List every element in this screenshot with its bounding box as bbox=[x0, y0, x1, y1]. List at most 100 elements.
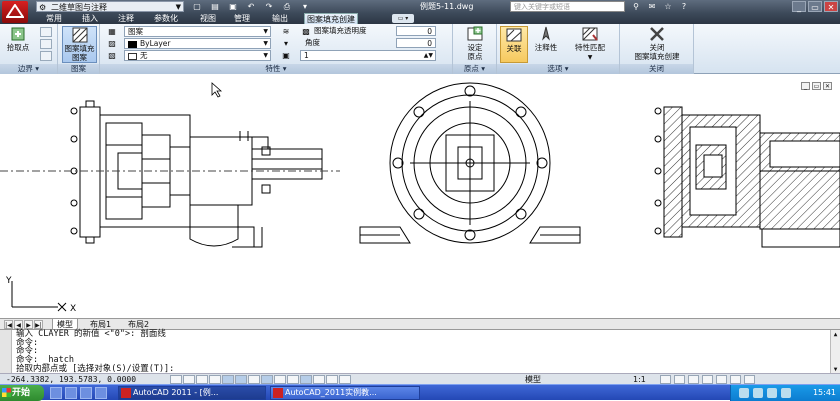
lineweight-toggle[interactable] bbox=[300, 375, 312, 384]
ucs-icon bbox=[11, 281, 67, 312]
next-tab-icon[interactable]: ▶ bbox=[24, 320, 33, 329]
qat-dropdown-icon[interactable]: ▾ bbox=[298, 1, 312, 12]
match-properties-button[interactable]: 特性匹配 ▼ bbox=[565, 26, 615, 62]
doc-restore-icon[interactable]: ▭ bbox=[812, 82, 821, 90]
communication-center-icon[interactable]: ✉ bbox=[646, 0, 658, 13]
annotation-visibility-icon[interactable] bbox=[660, 375, 671, 384]
hatch-pattern-button[interactable]: 图案填充 图案 bbox=[62, 26, 97, 63]
command-scrollbar[interactable]: ▲ ▼ bbox=[830, 330, 840, 374]
new-file-icon[interactable]: ▢ bbox=[190, 1, 204, 12]
task-label: AutoCAD 2011 - [例... bbox=[133, 388, 219, 397]
infer-constraints-toggle[interactable] bbox=[170, 375, 182, 384]
prev-tab-icon[interactable]: ◀ bbox=[14, 320, 23, 329]
hardware-acceleration-icon[interactable] bbox=[716, 375, 727, 384]
otrack-toggle[interactable] bbox=[261, 375, 273, 384]
associative-button[interactable]: 关联 bbox=[500, 26, 528, 63]
minimize-icon[interactable]: _ bbox=[792, 1, 806, 12]
application-menu-button[interactable] bbox=[2, 1, 28, 23]
selection-cycling-toggle[interactable] bbox=[339, 375, 351, 384]
set-origin-button[interactable]: 设定 原点 bbox=[458, 26, 492, 61]
ortho-toggle[interactable] bbox=[209, 375, 221, 384]
remove-boundaries-icon[interactable] bbox=[40, 39, 52, 49]
doc-minimize-icon[interactable]: _ bbox=[801, 82, 810, 90]
doc-close-icon[interactable]: ✕ bbox=[823, 82, 832, 90]
select-objects-icon[interactable] bbox=[40, 27, 52, 37]
tray-icon[interactable] bbox=[753, 388, 763, 398]
panel-title-origin[interactable]: 原点 ▾ bbox=[453, 64, 496, 74]
angle-input[interactable]: 0 bbox=[396, 38, 436, 48]
explorer-icon[interactable] bbox=[95, 387, 107, 399]
redo-icon[interactable]: ↷ bbox=[262, 1, 276, 12]
help-icon[interactable]: ? bbox=[678, 0, 690, 13]
restore-icon[interactable]: ▭ bbox=[808, 1, 822, 12]
ribbon-options-icon[interactable]: ▭ ▾ bbox=[392, 14, 414, 23]
windows-taskbar: 开始 AutoCAD 2011 - [例... AutoCAD_2011实例教.… bbox=[0, 384, 840, 401]
last-tab-icon[interactable]: ▶| bbox=[34, 320, 43, 329]
save-icon[interactable]: ▣ bbox=[226, 1, 240, 12]
tab-home[interactable]: 常用 bbox=[44, 13, 64, 24]
command-line[interactable]: 输入 CLAYER 的新值 <"0">: 剖面线 命令: 命令: 命令: _ha… bbox=[0, 329, 840, 374]
dyn-toggle[interactable] bbox=[287, 375, 299, 384]
start-button[interactable]: 开始 bbox=[0, 385, 44, 401]
isolate-objects-icon[interactable] bbox=[730, 375, 741, 384]
undo-icon[interactable]: ↶ bbox=[244, 1, 258, 12]
favorites-icon[interactable]: ☆ bbox=[662, 0, 674, 13]
tab-output[interactable]: 输出 bbox=[270, 13, 290, 24]
command-line-grip[interactable] bbox=[0, 330, 12, 374]
tray-icon[interactable] bbox=[781, 388, 791, 398]
media-player-icon[interactable] bbox=[80, 387, 92, 399]
system-tray: 15:41 bbox=[730, 385, 840, 401]
tab-manage[interactable]: 管理 bbox=[232, 13, 252, 24]
polar-toggle[interactable] bbox=[222, 375, 234, 384]
match-properties-label: 特性匹配 bbox=[575, 43, 605, 52]
clean-screen-icon[interactable] bbox=[744, 375, 755, 384]
hatch-color-select[interactable]: ByLayer ▼ bbox=[124, 38, 271, 49]
layer-dropdown-icon[interactable]: ▾ bbox=[280, 38, 292, 49]
search-input[interactable]: 键入关键字或短语 bbox=[510, 1, 625, 12]
osnap-toggle[interactable] bbox=[235, 375, 247, 384]
browser-icon[interactable] bbox=[65, 387, 77, 399]
close-hatch-creation-button[interactable]: 关闭 图案填充创建 bbox=[624, 26, 690, 61]
panel-title-properties[interactable]: 特性 ▾ bbox=[100, 64, 452, 74]
print-icon[interactable]: ⎙ bbox=[280, 1, 294, 12]
panel-title-boundary[interactable]: 边界 ▾ bbox=[0, 64, 57, 74]
transparency-toggle[interactable] bbox=[313, 375, 325, 384]
show-desktop-icon[interactable] bbox=[50, 387, 62, 399]
tab-hatch-creation[interactable]: 图案填充创建 bbox=[304, 13, 358, 24]
scroll-up-icon[interactable]: ▲ bbox=[831, 330, 840, 339]
tab-parametric[interactable]: 参数化 bbox=[152, 13, 180, 24]
snap-toggle[interactable] bbox=[183, 375, 195, 384]
window-controls: _ ▭ ✕ bbox=[792, 0, 838, 12]
drawing-canvas[interactable]: Y X bbox=[0, 75, 840, 318]
background-color-select[interactable]: 无 ▼ bbox=[124, 50, 271, 61]
quick-properties-toggle[interactable] bbox=[326, 375, 338, 384]
open-file-icon[interactable]: ▤ bbox=[208, 1, 222, 12]
tray-icon[interactable] bbox=[739, 388, 749, 398]
first-tab-icon[interactable]: |◀ bbox=[4, 320, 13, 329]
annotative-button[interactable]: 注释性 bbox=[529, 26, 563, 52]
taskbar-item-tutorial[interactable]: AutoCAD_2011实例教... bbox=[270, 386, 420, 400]
taskbar-item-autocad[interactable]: AutoCAD 2011 - [例... bbox=[118, 386, 266, 400]
tab-annotate[interactable]: 注释 bbox=[116, 13, 136, 24]
gear-icon: ⚙ bbox=[39, 3, 47, 12]
3d-osnap-toggle[interactable] bbox=[248, 375, 260, 384]
workspace-select[interactable]: ⚙ 二维草图与注释 ▼ bbox=[36, 1, 184, 12]
auto-scale-icon[interactable] bbox=[674, 375, 685, 384]
tray-icon[interactable] bbox=[767, 388, 777, 398]
pick-points-button[interactable]: 拾取点 bbox=[3, 26, 33, 52]
search-icon[interactable]: ⚲ bbox=[630, 0, 642, 13]
workspace-switch-icon[interactable] bbox=[688, 375, 699, 384]
close-icon[interactable]: ✕ bbox=[824, 1, 838, 12]
hatch-layer-icon[interactable]: ≋ bbox=[280, 26, 292, 37]
tab-view[interactable]: 视图 bbox=[198, 13, 218, 24]
toolbar-lock-icon[interactable] bbox=[702, 375, 713, 384]
panel-title-options[interactable]: 选项 ▾ bbox=[497, 64, 619, 74]
hatch-type-select[interactable]: 图案 ▼ bbox=[124, 26, 271, 37]
grid-toggle[interactable] bbox=[196, 375, 208, 384]
tab-insert[interactable]: 插入 bbox=[80, 13, 100, 24]
quick-access-toolbar: ▢ ▤ ▣ ↶ ↷ ⎙ ▾ bbox=[190, 0, 312, 13]
recreate-boundary-icon[interactable] bbox=[40, 51, 52, 61]
scale-input[interactable]: 1 ▲▼ bbox=[300, 50, 436, 61]
ducs-toggle[interactable] bbox=[274, 375, 286, 384]
transparency-input[interactable]: 0 bbox=[396, 26, 436, 36]
